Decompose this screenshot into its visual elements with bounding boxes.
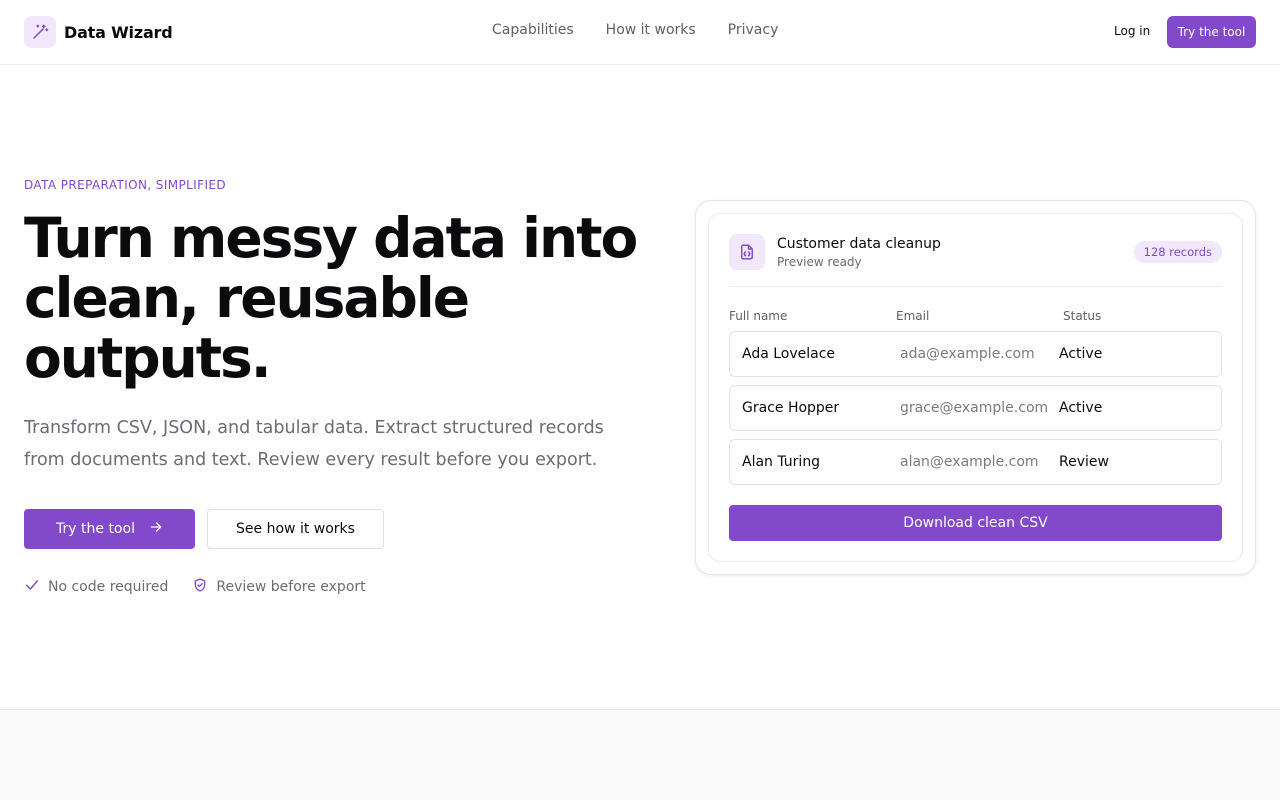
- main-nav: Capabilities How it works Privacy: [492, 22, 778, 38]
- preview-rows: Ada Lovelace ada@example.com Active Grac…: [729, 331, 1222, 493]
- see-how-it-works-button[interactable]: See how it works: [207, 509, 384, 549]
- preview-header: Customer data cleanup Preview ready 128 …: [729, 234, 1222, 287]
- try-tool-header-button[interactable]: Try the tool: [1167, 16, 1256, 48]
- hero-title: Turn messy data into clean, reusable out…: [24, 206, 638, 390]
- shield-check-icon: [192, 577, 208, 597]
- download-csv-button[interactable]: Download clean CSV: [729, 505, 1222, 541]
- table-row: Ada Lovelace ada@example.com Active: [729, 331, 1222, 377]
- login-link[interactable]: Log in: [1114, 24, 1150, 38]
- cell-full-name: Alan Turing: [742, 454, 821, 470]
- cell-email: ada@example.com: [900, 346, 1035, 362]
- nav-capabilities[interactable]: Capabilities: [492, 22, 574, 38]
- cell-status: Active: [1059, 346, 1103, 362]
- preview-title: Customer data cleanup: [777, 236, 941, 252]
- cell-email: alan@example.com: [900, 454, 1039, 470]
- arrow-right-icon: [149, 520, 163, 538]
- try-tool-label: Try the tool: [56, 521, 135, 537]
- preview-status-text: Preview ready: [777, 255, 862, 269]
- trust-no-code-label: No code required: [48, 579, 169, 595]
- cell-status: Review: [1059, 454, 1109, 470]
- magic-wand-icon: [24, 16, 56, 48]
- cell-status: Active: [1059, 400, 1103, 416]
- try-tool-button[interactable]: Try the tool: [24, 509, 195, 549]
- trust-review-label: Review before export: [216, 579, 366, 595]
- record-count-badge: 128 records: [1133, 241, 1222, 263]
- table-row: Alan Turing alan@example.com Review: [729, 439, 1222, 485]
- column-header-email: Email: [896, 309, 930, 323]
- cell-email: grace@example.com: [900, 400, 1049, 416]
- column-header-full-name: Full name: [729, 309, 788, 323]
- trust-review: Review before export: [192, 577, 366, 597]
- site-header: Data Wizard Capabilities How it works Pr…: [0, 0, 1280, 65]
- next-section-band: [0, 709, 1280, 800]
- cell-full-name: Ada Lovelace: [742, 346, 836, 362]
- trust-no-code: No code required: [24, 577, 168, 597]
- check-icon: [24, 577, 40, 597]
- hero-eyebrow: DATA PREPARATION, SIMPLIFIED: [24, 178, 227, 192]
- file-code-icon: [729, 234, 765, 270]
- nav-how-it-works[interactable]: How it works: [606, 22, 696, 38]
- column-header-status: Status: [1063, 309, 1102, 323]
- brand-logo-link[interactable]: Data Wizard: [24, 16, 173, 48]
- table-row: Grace Hopper grace@example.com Active: [729, 385, 1222, 431]
- cell-full-name: Grace Hopper: [742, 400, 840, 416]
- hero-subtitle: Transform CSV, JSON, and tabular data. E…: [24, 418, 604, 470]
- preview-panel: Customer data cleanup Preview ready 128 …: [708, 213, 1243, 562]
- brand-name: Data Wizard: [64, 22, 173, 42]
- preview-card: Customer data cleanup Preview ready 128 …: [695, 200, 1256, 575]
- trust-indicators: No code required Review before export: [24, 577, 366, 597]
- nav-privacy[interactable]: Privacy: [728, 22, 779, 38]
